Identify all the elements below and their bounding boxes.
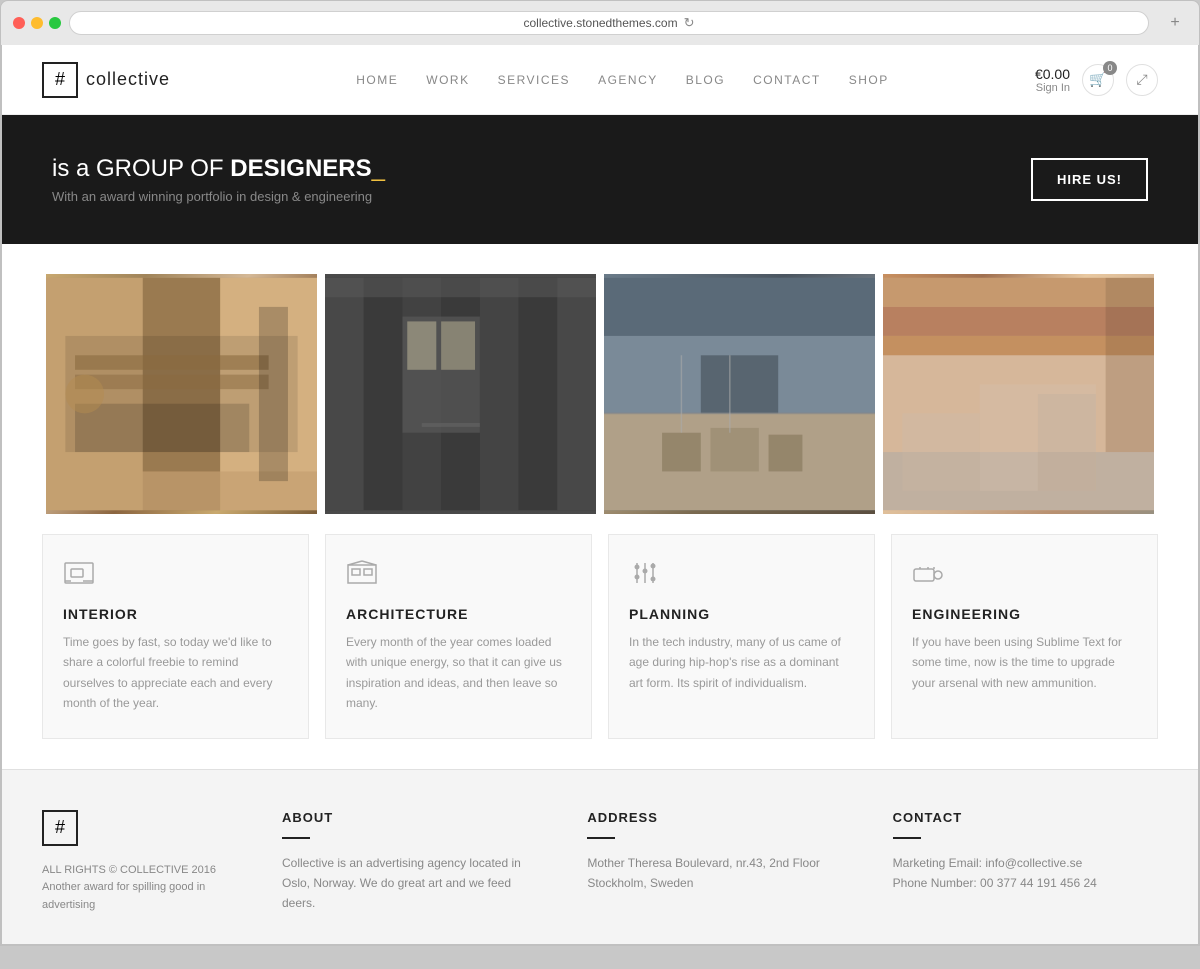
hero-underscore: _ — [372, 155, 385, 182]
portfolio-image-1 — [46, 274, 317, 514]
portfolio-image-2 — [325, 274, 596, 514]
nav-work[interactable]: WORK — [426, 73, 469, 87]
portfolio-item-4[interactable] — [883, 274, 1154, 514]
footer-address: ADDRESS Mother Theresa Boulevard, nr.43,… — [587, 810, 852, 915]
footer-contact-underline — [893, 837, 921, 839]
portfolio-item-1[interactable] — [46, 274, 317, 514]
nav-home[interactable]: HOME — [356, 73, 398, 87]
refresh-button[interactable]: ↻ — [684, 15, 695, 31]
signin[interactable]: Sign In — [1035, 82, 1070, 94]
architecture-desc: Every month of the year comes loaded wit… — [346, 632, 571, 714]
hero-highlight: DESIGNERS — [230, 155, 371, 182]
cart-badge: 0 — [1103, 61, 1117, 75]
url-text: collective.stonedthemes.com — [524, 16, 678, 30]
logo-icon: # — [42, 62, 78, 98]
hero-prefix: is a GROUP OF — [52, 155, 230, 182]
portfolio-item-2[interactable] — [325, 274, 596, 514]
footer-logo-icon: # — [42, 810, 78, 846]
nav-services[interactable]: SERVICES — [498, 73, 570, 87]
website-container: # collective HOME WORK SERVICES AGENCY B… — [1, 45, 1199, 945]
logo[interactable]: # collective — [42, 62, 170, 98]
footer-contact-email: Marketing Email: info@collective.se — [893, 853, 1158, 873]
portfolio-item-3[interactable] — [604, 274, 875, 514]
footer-about-underline — [282, 837, 310, 839]
address-bar[interactable]: collective.stonedthemes.com ↻ — [69, 11, 1149, 35]
portfolio-grid — [42, 274, 1158, 514]
footer-contact-title: CONTACT — [893, 810, 1158, 825]
footer-address-text: Mother Theresa Boulevard, nr.43, 2nd Flo… — [587, 853, 852, 894]
new-tab-button[interactable]: + — [1163, 11, 1187, 35]
footer-contact: CONTACT Marketing Email: info@collective… — [893, 810, 1158, 915]
price-signin: €0.00 Sign In — [1035, 66, 1070, 94]
service-card-planning: PLANNING In the tech industry, many of u… — [608, 534, 875, 739]
maximize-dot[interactable] — [49, 17, 61, 29]
main-nav: HOME WORK SERVICES AGENCY BLOG CONTACT S… — [210, 73, 1035, 87]
hero-text: is a GROUP OF DESIGNERS_ With an award w… — [52, 155, 385, 204]
minimize-dot[interactable] — [31, 17, 43, 29]
site-footer: # ALL RIGHTS © COLLECTIVE 2016 Another a… — [2, 769, 1198, 945]
interior-title: INTERIOR — [63, 606, 288, 622]
footer-logo-symbol: # — [55, 817, 65, 838]
logo-symbol: # — [55, 69, 65, 90]
nav-shop[interactable]: SHOP — [849, 73, 889, 87]
hero-section: is a GROUP OF DESIGNERS_ With an award w… — [2, 115, 1198, 244]
footer-tagline: Another award for spilling good in adver… — [42, 879, 242, 914]
close-dot[interactable] — [13, 17, 25, 29]
footer-about-title: ABOUT — [282, 810, 547, 825]
cart-button[interactable]: 🛒 0 — [1082, 64, 1114, 96]
planning-desc: In the tech industry, many of us came of… — [629, 632, 854, 693]
share-button[interactable]: ⤢ — [1126, 64, 1158, 96]
nav-contact[interactable]: CONTACT — [753, 73, 821, 87]
footer-address-title: ADDRESS — [587, 810, 852, 825]
browser-toolbar: collective.stonedthemes.com ↻ + — [1, 11, 1199, 45]
footer-copyright: ALL RIGHTS © COLLECTIVE 2016 Another awa… — [42, 862, 242, 915]
portfolio-image-3 — [604, 274, 875, 514]
planning-icon — [629, 559, 854, 594]
architecture-title: ARCHITECTURE — [346, 606, 571, 622]
interior-icon — [63, 559, 288, 594]
service-card-engineering: ENGINEERING If you have been using Subli… — [891, 534, 1158, 739]
nav-agency[interactable]: AGENCY — [598, 73, 658, 87]
footer-about: ABOUT Collective is an advertising agenc… — [282, 810, 547, 915]
header-right: €0.00 Sign In 🛒 0 ⤢ — [1035, 64, 1158, 96]
engineering-icon — [912, 559, 1137, 594]
browser-dots — [13, 17, 61, 29]
footer-contact-phone: Phone Number: 00 377 44 191 456 24 — [893, 873, 1158, 893]
interior-desc: Time goes by fast, so today we'd like to… — [63, 632, 288, 714]
hero-heading: is a GROUP OF DESIGNERS_ — [52, 155, 385, 183]
hero-subtitle: With an award winning portfolio in desig… — [52, 189, 385, 204]
footer-about-text: Collective is an advertising agency loca… — [282, 853, 547, 914]
portfolio-image-4 — [883, 274, 1154, 514]
logo-text: collective — [86, 69, 170, 90]
hire-button[interactable]: HIRE US! — [1031, 158, 1148, 201]
site-header: # collective HOME WORK SERVICES AGENCY B… — [2, 45, 1198, 115]
planning-title: PLANNING — [629, 606, 854, 622]
engineering-desc: If you have been using Sublime Text for … — [912, 632, 1137, 693]
nav-blog[interactable]: BLOG — [686, 73, 725, 87]
service-card-architecture: ARCHITECTURE Every month of the year com… — [325, 534, 592, 739]
footer-brand: # ALL RIGHTS © COLLECTIVE 2016 Another a… — [42, 810, 242, 915]
engineering-title: ENGINEERING — [912, 606, 1137, 622]
architecture-icon — [346, 559, 571, 594]
service-card-interior: INTERIOR Time goes by fast, so today we'… — [42, 534, 309, 739]
footer-address-underline — [587, 837, 615, 839]
services-grid: INTERIOR Time goes by fast, so today we'… — [42, 534, 1158, 739]
price: €0.00 — [1035, 66, 1070, 82]
footer-copyright-text: ALL RIGHTS © COLLECTIVE 2016 — [42, 862, 242, 880]
browser-window: collective.stonedthemes.com ↻ + # collec… — [0, 0, 1200, 946]
